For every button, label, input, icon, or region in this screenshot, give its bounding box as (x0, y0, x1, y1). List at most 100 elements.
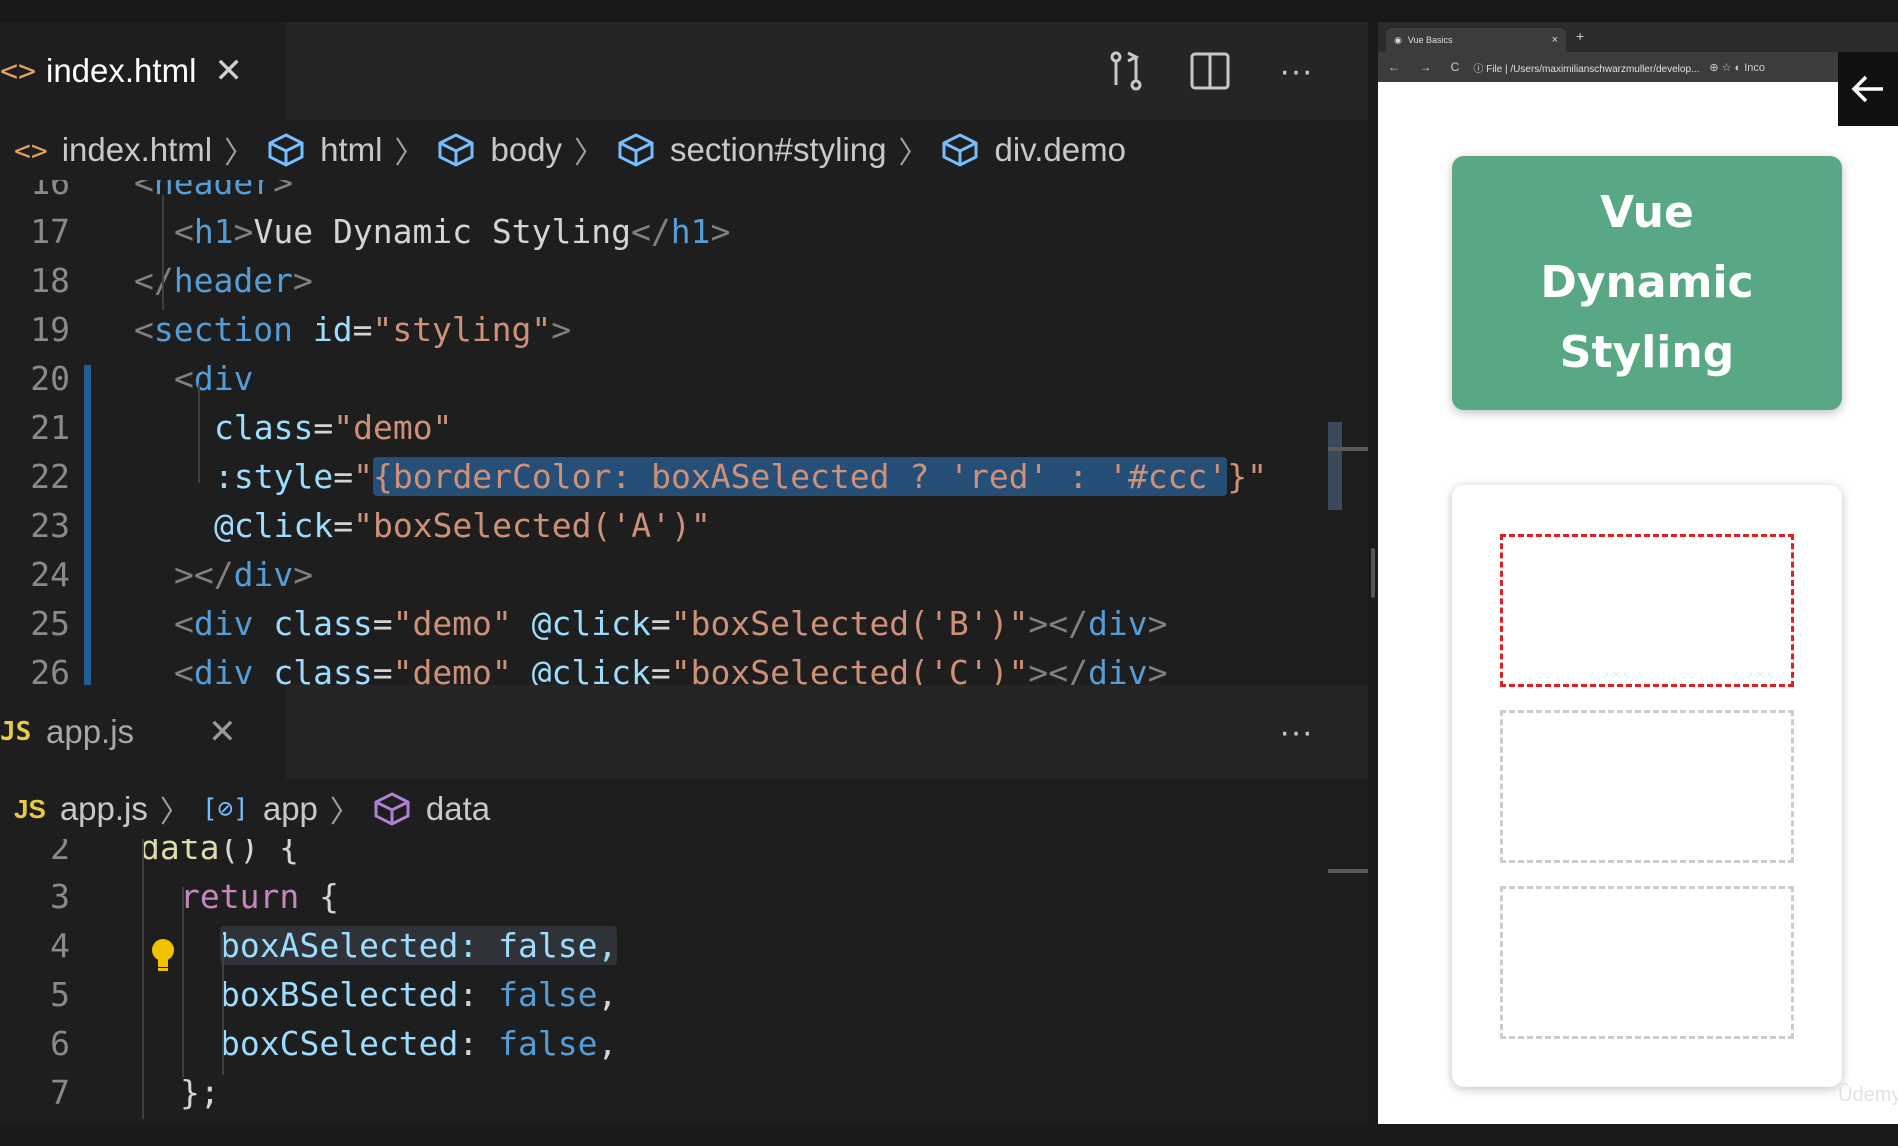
line-number: 16 (30, 180, 70, 202)
line-number: 23 (30, 506, 70, 545)
line-number: 26 (30, 653, 70, 685)
code-token: }" (1227, 457, 1268, 496)
breadcrumb-item-html[interactable]: html (320, 131, 382, 169)
code-token: "demo" (333, 408, 453, 447)
back-arrow-button[interactable] (1838, 52, 1898, 126)
lightbulb-icon[interactable] (148, 937, 178, 981)
browser-tab-title: Vue Basics (1407, 35, 1453, 45)
code-line[interactable]: 22:style="{borderColor: boxASelected ? '… (0, 452, 1368, 501)
nav-icons[interactable]: ← → C (1388, 60, 1467, 74)
line-number: 17 (30, 212, 70, 251)
code-text: <h1>Vue Dynamic Styling</h1> (174, 207, 730, 256)
code-token: { (299, 877, 339, 916)
code-token: div (1088, 653, 1148, 685)
overview-ruler-mark (1328, 447, 1368, 451)
code-token: = (372, 604, 393, 643)
breadcrumb-item-app[interactable]: app (263, 790, 318, 828)
indent-guide (222, 935, 224, 1075)
code-token: div (193, 653, 254, 685)
line-number: 4 (50, 926, 70, 965)
chevron-right-icon: 〉 (574, 137, 605, 170)
code-token: class (273, 653, 373, 685)
demo-box-b[interactable] (1500, 710, 1794, 863)
new-tab-icon[interactable]: + (1576, 28, 1584, 44)
breadcrumb-item-body[interactable]: body (490, 131, 562, 169)
toolbar-icons[interactable]: ⊕ ☆ ◐ Inco (1709, 61, 1765, 74)
line-number: 5 (50, 975, 70, 1014)
page-title: Vue Dynamic Styling (1540, 187, 1754, 378)
code-token: }; (180, 1073, 220, 1112)
code-token: ></ (174, 555, 234, 594)
code-token: < (174, 212, 194, 251)
code-editor-index-html[interactable]: 16 <header> 17 <h1>Vue Dynamic Styling</h1>… (0, 180, 1368, 685)
compare-changes-icon[interactable] (1096, 22, 1156, 120)
code-token: id (312, 310, 353, 349)
more-actions-icon[interactable]: ··· (1266, 685, 1326, 779)
code-line[interactable]: 21 class="demo" (0, 403, 1368, 452)
code-line[interactable]: 19 <section id="styling"> (0, 305, 1368, 354)
breadcrumb-item-data[interactable]: data (426, 790, 490, 828)
code-token: return (180, 877, 300, 916)
breadcrumb-item-div[interactable]: div.demo (994, 131, 1125, 169)
breadcrumb: JS app.js 〉 [⊘] app 〉 data (0, 779, 1368, 839)
demo-box-c[interactable] (1500, 886, 1794, 1039)
code-token: header (173, 261, 293, 300)
tab-index-html[interactable]: <> index.html ✕ (0, 22, 286, 120)
code-token: header (153, 180, 274, 202)
code-line[interactable]: 17 <h1>Vue Dynamic Styling</h1> (0, 207, 1368, 256)
breadcrumb-item-file[interactable]: index.html (62, 131, 212, 169)
code-line[interactable]: 2 data() { (0, 839, 1368, 872)
method-cube-icon (372, 791, 412, 827)
code-token: = (372, 653, 393, 685)
code-token: "boxSelected('B')" (670, 604, 1029, 643)
demo-box-a[interactable] (1500, 534, 1794, 687)
code-token: class (273, 604, 373, 643)
code-text: <header> (134, 180, 293, 207)
line-number: 25 (30, 604, 70, 643)
code-line[interactable]: 4 boxASelected: false, (0, 921, 1368, 970)
code-token: class (214, 408, 314, 447)
code-token: div (1088, 604, 1148, 643)
close-icon[interactable]: × (1552, 34, 1558, 46)
code-editor-app-js[interactable]: 2 data() {3 return { 4 boxASelected: false, 5… (0, 839, 1368, 1124)
editor-tabbar-1: <> index.html ✕ ··· (0, 22, 1368, 120)
breadcrumb-item-section[interactable]: section#styling (670, 131, 886, 169)
code-token: "demo" (392, 604, 512, 643)
code-line[interactable]: 6 boxCSelected: false, (0, 1019, 1368, 1068)
code-line[interactable]: 16 <header> (0, 180, 1368, 207)
code-line[interactable]: 20 <div (0, 354, 1368, 403)
browser-address-bar: ← → C ⓘ File | /Users/maximilianschwarzm… (1378, 52, 1898, 82)
code-line[interactable]: 25 <div class="demo" @click="boxSelected(… (0, 599, 1368, 648)
code-line[interactable]: 18 </header> (0, 256, 1368, 305)
breadcrumb-item-file[interactable]: app.js (60, 790, 148, 828)
code-text: <section id="styling"> (134, 305, 571, 354)
splitter-handle[interactable] (1371, 548, 1375, 598)
code-token: ></ (1028, 653, 1088, 685)
code-line[interactable]: 5 boxBSelected: false, (0, 970, 1368, 1019)
split-editor-icon[interactable] (1180, 22, 1240, 120)
scrollbar-thumb[interactable] (1328, 422, 1342, 510)
tab-label: app.js (46, 713, 135, 750)
code-token: : (458, 1024, 499, 1063)
tab-app-js[interactable]: JS app.js ✕ (0, 685, 286, 779)
close-icon[interactable]: ✕ (214, 51, 243, 91)
url-field[interactable]: ⓘ File | /Users/maximilianschwarzmuller/… (1473, 60, 1699, 75)
more-actions-icon[interactable]: ··· (1266, 22, 1326, 120)
code-line[interactable]: 3 return { (0, 872, 1368, 921)
page-header-card: Vue Dynamic Styling (1452, 156, 1842, 410)
element-cube-icon (616, 132, 656, 168)
code-line[interactable]: 23 @click="boxSelected('A')" (0, 501, 1368, 550)
code-token: boxASelected: false, (220, 926, 618, 965)
close-icon[interactable]: ✕ (208, 712, 237, 752)
tab-label: index.html (46, 52, 197, 89)
variable-icon: [⊘] (201, 794, 249, 824)
code-line[interactable]: 26 <div class="demo" @click="boxSelected(… (0, 648, 1368, 685)
code-token: > (1147, 604, 1168, 643)
code-token: :style (214, 457, 334, 496)
browser-tab[interactable]: ◉ Vue Basics × (1386, 28, 1566, 52)
code-line[interactable]: 24 ></div> (0, 550, 1368, 599)
code-line[interactable]: 7}; (0, 1068, 1368, 1117)
line-number: 6 (50, 1024, 70, 1063)
